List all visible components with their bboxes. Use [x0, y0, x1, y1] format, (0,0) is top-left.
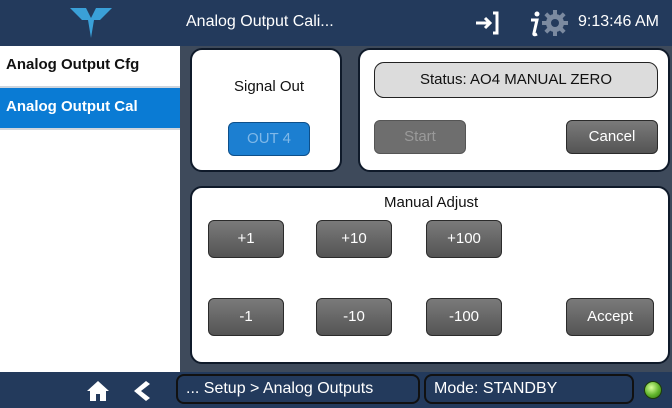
bottom-bar: ... Setup > Analog Outputs Mode: STANDBY	[0, 372, 672, 408]
sidebar-item-analog-output-cal[interactable]: Analog Output Cal	[0, 88, 180, 130]
output-select-button[interactable]: OUT 4	[228, 122, 310, 156]
main-content: Signal Out OUT 4 Status: AO4 MANUAL ZERO…	[180, 46, 672, 372]
minus-10-button[interactable]: -10	[316, 298, 392, 336]
cancel-button[interactable]: Cancel	[566, 120, 658, 154]
status-panel: Status: AO4 MANUAL ZERO Start Cancel	[358, 48, 670, 172]
mode-status: Mode: STANDBY	[424, 374, 634, 404]
signal-out-panel: Signal Out OUT 4	[190, 48, 342, 172]
plus-1-button[interactable]: +1	[208, 220, 284, 258]
manual-adjust-title: Manual Adjust	[384, 194, 479, 211]
sidebar: Analog Output Cfg Analog Output Cal	[0, 46, 180, 372]
exit-icon[interactable]	[472, 8, 502, 38]
logo-area	[0, 0, 180, 46]
start-button[interactable]: Start	[374, 120, 466, 154]
minus-1-button[interactable]: -1	[208, 298, 284, 336]
status-display: Status: AO4 MANUAL ZERO	[374, 62, 658, 98]
clock: 9:13:46 AM	[578, 13, 659, 30]
back-arrow-icon[interactable]	[132, 380, 150, 402]
sidebar-item-analog-output-cfg[interactable]: Analog Output Cfg	[0, 46, 180, 88]
info-icon[interactable]	[520, 8, 550, 38]
plus-100-button[interactable]: +100	[426, 220, 502, 258]
status-led-icon	[644, 381, 662, 399]
page-title: Analog Output Cali...	[186, 13, 334, 30]
accept-button[interactable]: Accept	[566, 298, 654, 336]
teledyne-logo-icon	[70, 8, 112, 38]
minus-100-button[interactable]: -100	[426, 298, 502, 336]
plus-10-button[interactable]: +10	[316, 220, 392, 258]
breadcrumb[interactable]: ... Setup > Analog Outputs	[176, 374, 420, 404]
top-bar: Analog Output Cali... 9:13:46 AM	[0, 0, 672, 46]
home-icon[interactable]	[86, 380, 110, 402]
signal-out-label: Signal Out	[234, 78, 305, 95]
manual-adjust-panel: Manual Adjust +1 +10 +100 -1 -10 -100 Ac…	[190, 186, 670, 364]
